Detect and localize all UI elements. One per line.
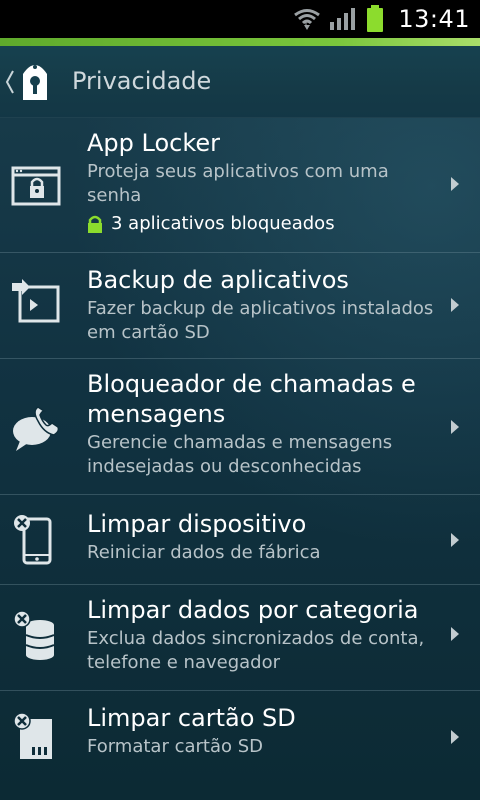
call-message-block-icon [13,406,60,451]
list-item-wipe-device[interactable]: Limpar dispositivo Reiniciar dados de fá… [0,495,480,585]
locked-apps-count: 3 aplicativos bloqueados [111,213,335,234]
chevron-right-icon [451,627,459,641]
list-item-app-locker[interactable]: App Locker Proteja seus aplicativos com … [0,118,480,253]
status-clock: 13:41 [398,5,470,33]
list-item-app-backup[interactable]: Backup de aplicativos Fazer backup de ap… [0,253,480,359]
list-item-call-message-blocker[interactable]: Bloqueador de chamadas e mensagens Geren… [0,359,480,495]
locked-window-icon [11,166,61,206]
wipe-sd-card-icon [13,712,52,759]
item-title: App Locker [87,129,221,157]
wipe-device-icon [14,515,52,565]
item-title: Bloqueador de chamadas e mensagens [87,370,416,428]
item-title: Limpar cartão SD [87,704,296,732]
status-bar: 13:41 [0,0,480,38]
list-item-wipe-sd-card[interactable]: Limpar cartão SD Formatar cartão SD [0,691,480,781]
wipe-data-category-icon [13,610,55,660]
locked-apps-status: 3 aplicativos bloqueados [87,212,440,236]
chevron-right-icon [451,177,459,191]
keyhole-lock-icon[interactable] [18,60,52,102]
item-title: Limpar dispositivo [87,510,307,538]
signal-icon [330,8,356,30]
page-title: Privacidade [72,67,212,95]
wifi-icon [294,9,321,30]
item-title: Backup de aplicativos [87,266,349,294]
action-bar: Privacidade [0,46,480,118]
chevron-right-icon [451,298,459,312]
item-title: Limpar dados por categoria [87,596,419,624]
item-subtitle: Formatar cartão SD [87,736,264,757]
item-subtitle: Exclua dados sincronizados de conta, tel… [87,628,425,673]
status-icons: 13:41 [294,4,470,34]
app-backup-icon [12,279,60,323]
item-subtitle: Proteja seus aplicativos com uma senha [87,161,389,206]
content-area: App Locker Proteja seus aplicativos com … [0,118,480,800]
chevron-right-icon [451,730,459,744]
back-chevron-icon[interactable] [4,68,16,96]
list-item-wipe-data-category[interactable]: Limpar dados por categoria Exclua dados … [0,585,480,691]
privacy-list: App Locker Proteja seus aplicativos com … [0,118,480,781]
lock-icon [88,215,102,233]
item-subtitle: Gerencie chamadas e mensagens indesejada… [87,432,393,477]
chevron-right-icon [451,420,459,434]
accent-bar [0,38,480,46]
item-subtitle: Fazer backup de aplicativos instalados e… [87,298,434,343]
item-subtitle: Reiniciar dados de fábrica [87,542,321,563]
chevron-right-icon [451,533,459,547]
battery-icon [367,5,384,32]
